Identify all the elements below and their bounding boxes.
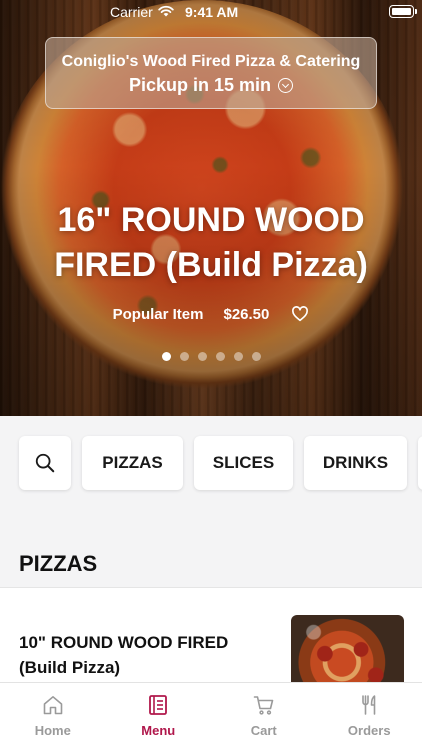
- store-selector[interactable]: Coniglio's Wood Fired Pizza & Catering P…: [45, 37, 377, 109]
- home-icon: [43, 696, 63, 715]
- wifi-icon: [158, 5, 174, 17]
- category-chip-pizzas[interactable]: PIZZAS: [82, 436, 183, 490]
- clock: 9:41 AM: [185, 4, 239, 20]
- menu-item-card[interactable]: 10" ROUND WOOD FIRED (Build Pizza): [0, 587, 422, 701]
- search-button[interactable]: [19, 436, 71, 490]
- battery-icon: [389, 5, 417, 18]
- section-title: PIZZAS: [19, 551, 98, 576]
- featured-price: $26.50: [223, 305, 270, 323]
- category-chip-next[interactable]: [418, 436, 422, 490]
- carrier-label: Carrier: [110, 4, 153, 20]
- carousel-dot[interactable]: [251, 352, 261, 361]
- carousel-dot[interactable]: [215, 352, 225, 361]
- pickup-time-selector[interactable]: Pickup in 15 min: [46, 75, 376, 96]
- tab-menu[interactable]: Menu: [106, 683, 212, 750]
- featured-item-meta: Popular Item $26.50: [0, 305, 422, 323]
- carousel-dot[interactable]: [233, 352, 243, 361]
- heart-icon[interactable]: [291, 305, 309, 323]
- app-screen: Carrier 9:41 AM Coniglio's Wood Fired Pi…: [0, 0, 422, 750]
- store-name: Coniglio's Wood Fired Pizza & Catering: [61, 53, 361, 70]
- popular-badge: Popular Item: [112, 305, 204, 323]
- tab-home[interactable]: Home: [0, 683, 106, 750]
- tab-orders[interactable]: Orders: [317, 683, 422, 750]
- carousel-dot[interactable]: [179, 352, 189, 361]
- bottom-tab-bar: Home Menu Cart Orders: [0, 682, 422, 750]
- status-bar: Carrier 9:41 AM: [0, 0, 422, 24]
- carousel-dot[interactable]: [197, 352, 207, 361]
- category-chip-drinks[interactable]: DRINKS: [304, 436, 407, 490]
- fork-knife-icon: [362, 695, 376, 715]
- search-icon: [35, 453, 55, 473]
- featured-item-hero[interactable]: Carrier 9:41 AM Coniglio's Wood Fired Pi…: [0, 0, 422, 416]
- chevron-down-circle-icon: [278, 78, 294, 93]
- category-filter-bar: PIZZAS SLICES DRINKS: [0, 436, 422, 490]
- featured-item-title: 16" ROUND WOOD FIRED (Build Pizza): [54, 201, 368, 284]
- cart-icon: [253, 696, 274, 715]
- menu-item-name: 10" ROUND WOOD FIRED (Build Pizza): [19, 633, 229, 677]
- menu-icon: [149, 695, 168, 715]
- carousel-dot[interactable]: [161, 352, 171, 361]
- tab-cart[interactable]: Cart: [211, 683, 317, 750]
- category-chip-slices[interactable]: SLICES: [194, 436, 293, 490]
- pickup-time: Pickup in 15 min: [128, 75, 272, 95]
- carousel-page-indicator[interactable]: [0, 352, 422, 361]
